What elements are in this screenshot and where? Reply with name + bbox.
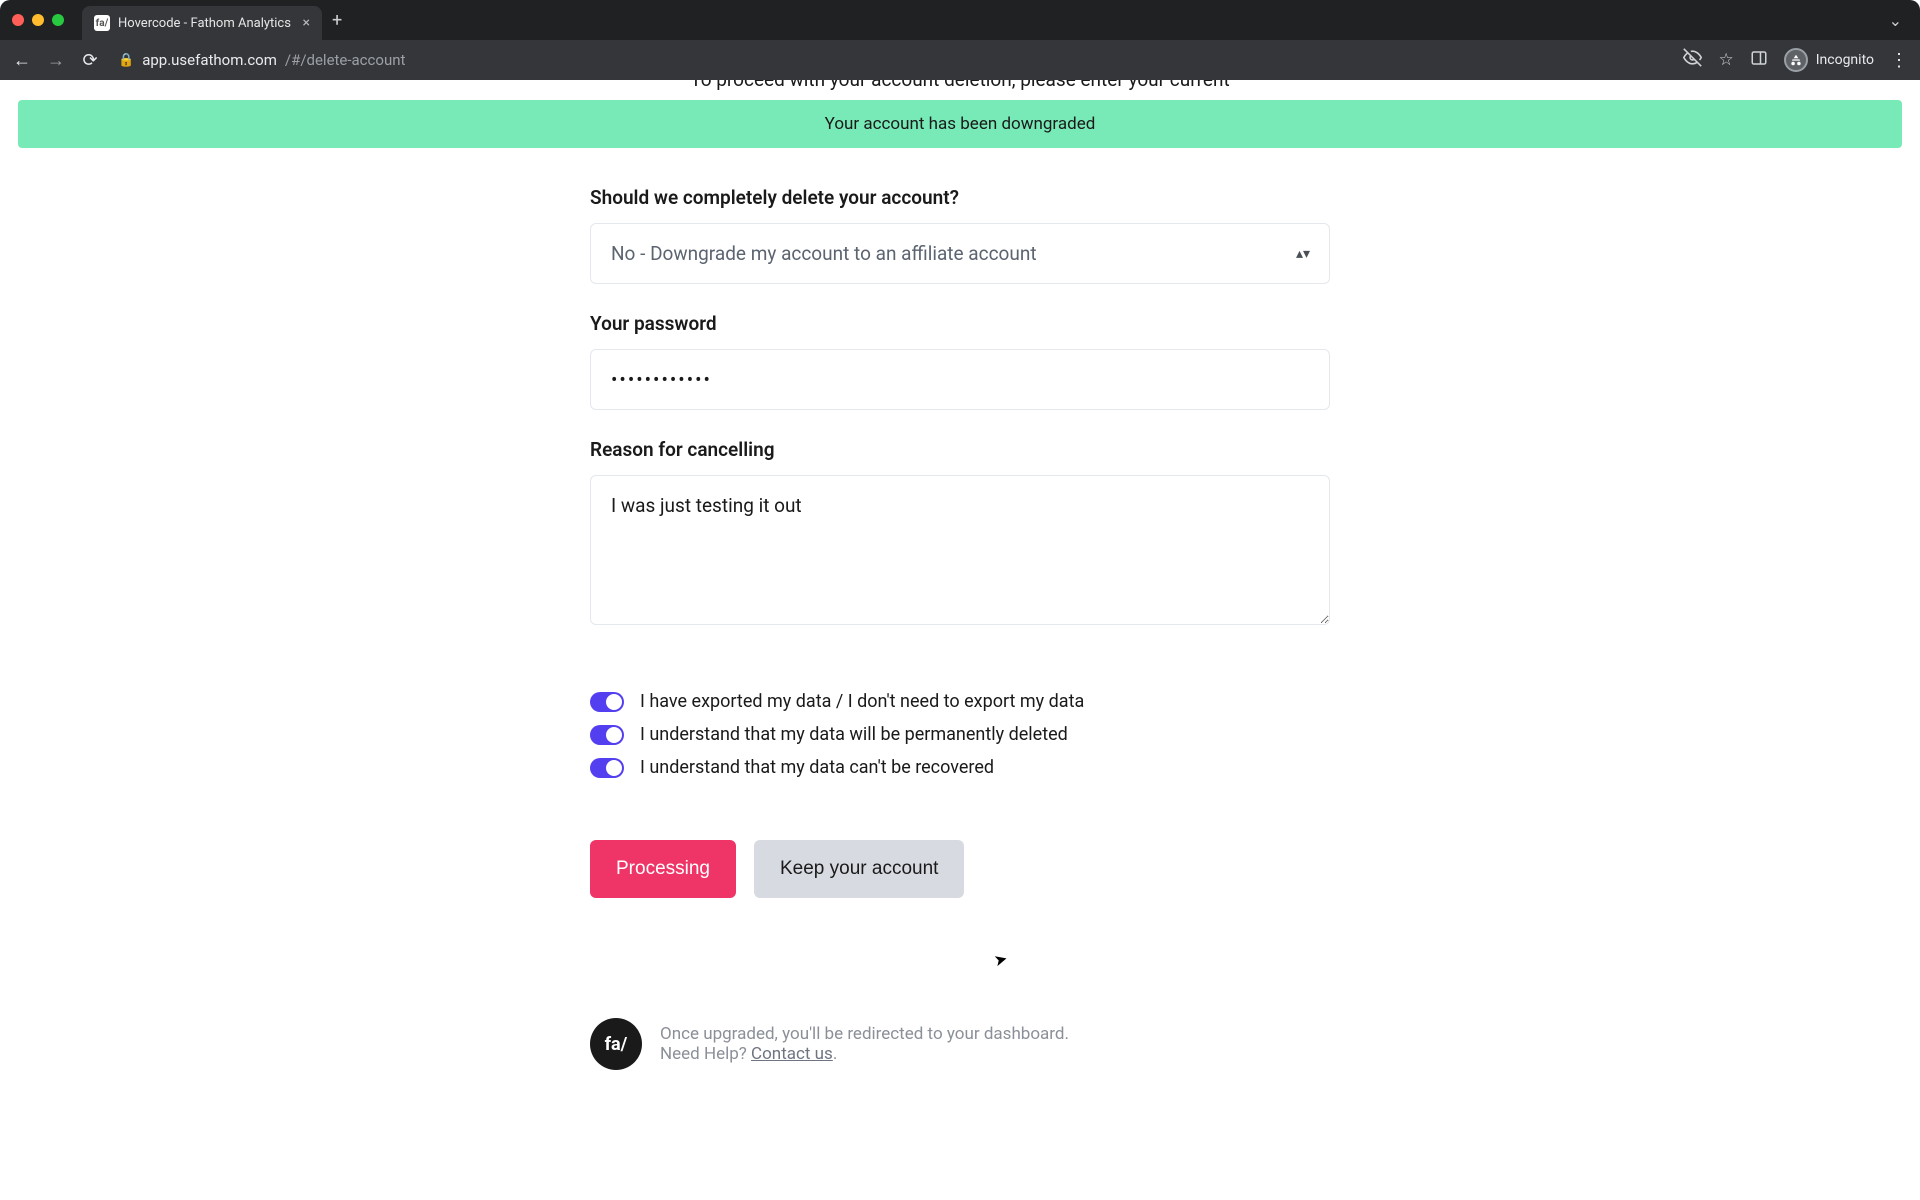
- window-close-button[interactable]: [12, 14, 24, 26]
- action-buttons: Processing Keep your account: [590, 840, 1330, 898]
- submit-button[interactable]: Processing: [590, 840, 736, 898]
- tabs-overflow-icon[interactable]: ⌄: [1889, 11, 1902, 30]
- address-bar[interactable]: 🔒 app.usefathom.com /#/delete-account: [114, 51, 1669, 69]
- tab-close-icon[interactable]: ×: [303, 15, 310, 31]
- url-host: app.usefathom.com: [142, 51, 277, 69]
- footer-help-prefix: Need Help?: [660, 1044, 751, 1064]
- toggle-label: I understand that my data will be perman…: [640, 724, 1068, 745]
- keep-account-button[interactable]: Keep your account: [754, 840, 964, 898]
- eye-off-icon[interactable]: [1683, 48, 1702, 72]
- reason-label: Reason for cancelling: [590, 438, 1330, 461]
- browser-toolbar: ← → ⟳ 🔒 app.usefathom.com /#/delete-accou…: [0, 40, 1920, 80]
- window-maximize-button[interactable]: [52, 14, 64, 26]
- toggle-row-exported: I have exported my data / I don't need t…: [590, 691, 1330, 712]
- incognito-indicator[interactable]: Incognito: [1784, 48, 1874, 72]
- page-content: To proceed with your account deletion, p…: [0, 80, 1920, 1200]
- password-label: Your password: [590, 312, 1330, 335]
- toggle-row-permanent-delete: I understand that my data will be perman…: [590, 724, 1330, 745]
- browser-tab-strip: fa/ Hovercode - Fathom Analytics × + ⌄: [0, 0, 1920, 40]
- footer: fa/ Once upgraded, you'll be redirected …: [590, 1018, 1330, 1070]
- browser-menu-icon[interactable]: ⋮: [1890, 50, 1908, 71]
- delete-account-select[interactable]: No - Downgrade my account to an affiliat…: [590, 223, 1330, 284]
- side-panel-icon[interactable]: [1750, 49, 1768, 72]
- window-minimize-button[interactable]: [32, 14, 44, 26]
- toggle-permanent-delete[interactable]: [590, 725, 624, 745]
- toggle-no-recovery[interactable]: [590, 758, 624, 778]
- footer-line-1: Once upgraded, you'll be redirected to y…: [660, 1024, 1069, 1044]
- flash-banner: Your account has been downgraded: [18, 100, 1902, 148]
- delete-question-label: Should we completely delete your account…: [590, 186, 1330, 209]
- tab-favicon: fa/: [94, 15, 110, 31]
- reason-textarea[interactable]: I was just testing it out: [590, 475, 1330, 625]
- contact-us-link[interactable]: Contact us: [751, 1044, 833, 1064]
- forward-button[interactable]: →: [46, 50, 66, 71]
- truncated-heading: To proceed with your account deletion, p…: [690, 80, 1229, 91]
- url-path: /#/delete-account: [285, 51, 406, 69]
- footer-logo: fa/: [590, 1018, 642, 1070]
- toggle-row-no-recovery: I understand that my data can't be recov…: [590, 757, 1330, 778]
- reload-button[interactable]: ⟳: [80, 50, 100, 71]
- footer-help-suffix: .: [833, 1044, 837, 1064]
- window-traffic-lights: [12, 14, 64, 26]
- confirmation-toggles: I have exported my data / I don't need t…: [590, 691, 1330, 778]
- toggle-label: I understand that my data can't be recov…: [640, 757, 994, 778]
- incognito-avatar-icon: [1784, 48, 1808, 72]
- new-tab-button[interactable]: +: [332, 10, 342, 31]
- star-icon[interactable]: ☆: [1718, 50, 1733, 70]
- incognito-label: Incognito: [1816, 52, 1874, 68]
- browser-tab[interactable]: fa/ Hovercode - Fathom Analytics ×: [82, 6, 322, 40]
- back-button[interactable]: ←: [12, 50, 32, 71]
- toggle-label: I have exported my data / I don't need t…: [640, 691, 1084, 712]
- tab-title: Hovercode - Fathom Analytics: [118, 16, 295, 31]
- toggle-exported-data[interactable]: [590, 692, 624, 712]
- password-input[interactable]: [590, 349, 1330, 410]
- delete-account-select-wrap: No - Downgrade my account to an affiliat…: [590, 223, 1330, 284]
- lock-icon: 🔒: [118, 53, 134, 68]
- footer-line-2: Need Help? Contact us.: [660, 1044, 1069, 1064]
